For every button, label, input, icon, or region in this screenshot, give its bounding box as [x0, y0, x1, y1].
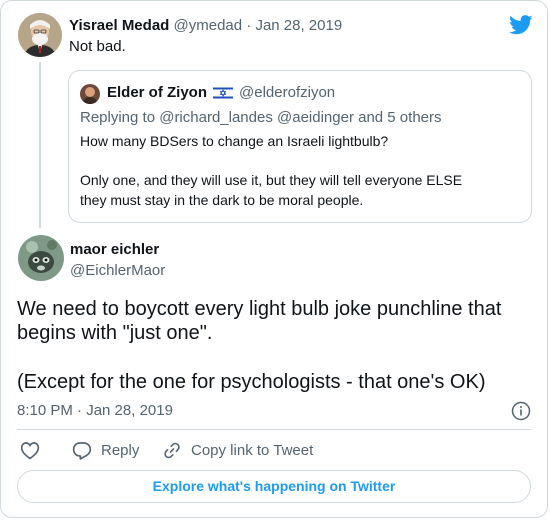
israel-flag-icon	[213, 85, 234, 100]
separator-dot: ·	[246, 17, 252, 34]
main-author-handle[interactable]: @EichlerMaor	[70, 262, 165, 279]
quoted-tweet[interactable]: Elder of Ziyon @elderofziyon Replying to…	[68, 70, 532, 223]
copy-link-button[interactable]: Copy link to Tweet	[162, 441, 313, 460]
copy-link-label: Copy link to Tweet	[191, 442, 314, 459]
main-tweet-text-line-2: begins with "just one".	[17, 322, 213, 344]
avatar-yisrael-medad[interactable]	[18, 13, 62, 57]
tweet-timestamp[interactable]: 8:10 PM · Jan 28, 2019	[17, 402, 173, 419]
quoted-text-line-1: How many BDSers to change an Israeli lig…	[80, 133, 389, 149]
reply-button[interactable]: Reply	[72, 441, 139, 460]
avatar-elder-of-ziyon	[80, 84, 100, 104]
main-author-name[interactable]: maor eichler	[70, 241, 159, 258]
parent-tweet-header: Yisrael Medad @ymedad · Jan 28, 2019	[69, 17, 342, 34]
heart-icon[interactable]	[20, 441, 40, 460]
quoted-text-line-3: they must stay in the dark to be moral p…	[80, 192, 364, 208]
actions-divider	[17, 429, 531, 430]
info-icon[interactable]	[511, 401, 531, 421]
thread-connector-line	[39, 62, 41, 228]
author-name[interactable]: Yisrael Medad	[69, 17, 169, 34]
twitter-bird-icon[interactable]	[509, 15, 533, 35]
replying-to-text: Replying to @richard_landes @aeidinger a…	[80, 109, 442, 126]
quoted-tweet-header: Elder of Ziyon @elderofziyon	[107, 84, 335, 101]
quoted-text-line-2: Only one, and they will use it, but they…	[80, 172, 463, 188]
parent-tweet-text: Not bad.	[69, 38, 126, 55]
tweet-date[interactable]: Jan 28, 2019	[255, 17, 342, 34]
avatar-maor-eichler[interactable]	[18, 235, 64, 281]
quoted-author-handle: @elderofziyon	[239, 84, 336, 101]
main-tweet-text-line-3: (Except for the one for psychologists - …	[17, 371, 486, 393]
reply-bubble-icon	[72, 442, 92, 460]
explore-twitter-button[interactable]: Explore what's happening on Twitter	[17, 470, 531, 503]
reply-label: Reply	[101, 442, 140, 459]
main-tweet-text-line-1: We need to boycott every light bulb joke…	[17, 298, 502, 320]
link-icon	[164, 442, 180, 459]
author-handle[interactable]: @ymedad	[174, 17, 243, 34]
quoted-author-name: Elder of Ziyon	[107, 84, 208, 101]
